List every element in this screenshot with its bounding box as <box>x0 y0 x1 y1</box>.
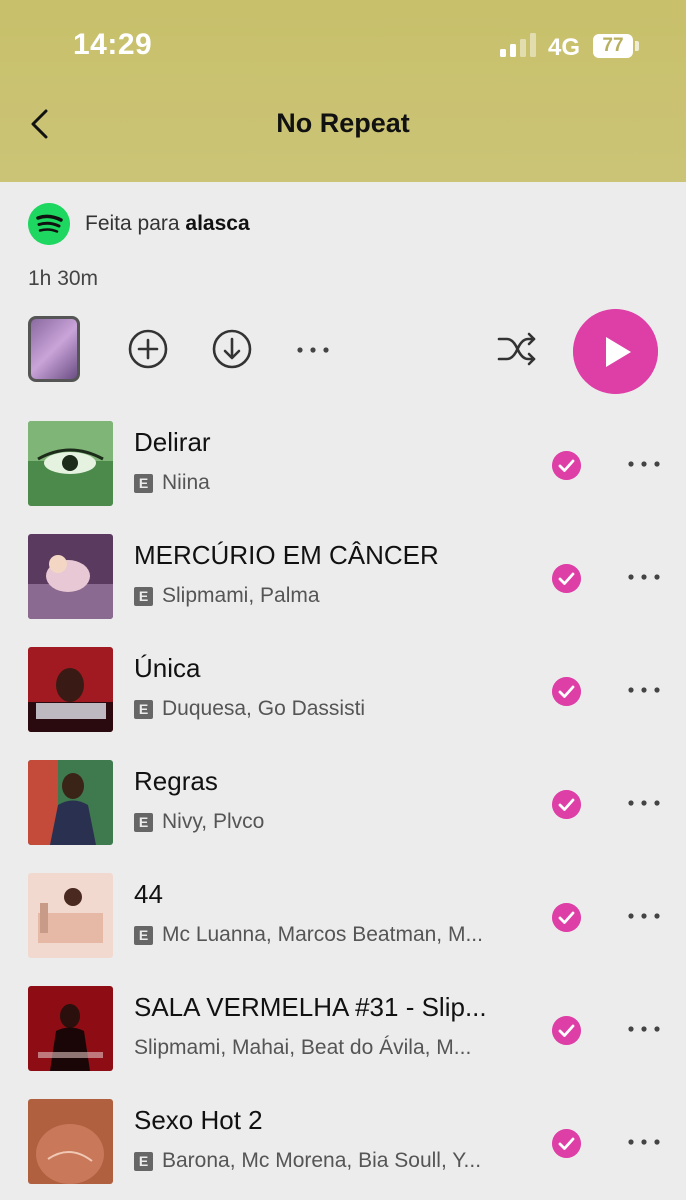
play-button[interactable] <box>573 309 658 394</box>
track-artists: Mc Luanna, Marcos Beatman, M... <box>162 923 483 946</box>
track-more-icon[interactable] <box>628 1135 660 1149</box>
page-title: No Repeat <box>276 108 410 138</box>
battery-tip <box>635 41 639 51</box>
track-artists-row: E Mc Luanna, Marcos Beatman, M... <box>134 923 483 947</box>
status-time: 14:29 <box>73 28 153 61</box>
track-artists-row: E Niina <box>134 471 210 495</box>
explicit-badge: E <box>134 586 153 606</box>
track-row[interactable]: 44 E Mc Luanna, Marcos Beatman, M... <box>0 873 686 963</box>
track-more-icon[interactable] <box>628 909 660 923</box>
track-row[interactable]: Sexo Hot 2 E Barona, Mc Morena, Bia Soull… <box>0 1099 686 1189</box>
track-more-icon[interactable] <box>628 683 660 697</box>
made-for-row: Feita para alasca <box>28 203 250 245</box>
album-art <box>28 534 113 619</box>
spotify-logo-icon <box>28 203 70 245</box>
saved-check-icon[interactable] <box>552 1016 581 1045</box>
track-more-icon[interactable] <box>628 457 660 471</box>
explicit-badge: E <box>134 812 153 832</box>
add-circle-icon[interactable] <box>127 328 169 370</box>
track-title: Regras <box>134 766 218 796</box>
album-art <box>28 421 113 506</box>
battery-level: 77 <box>602 35 624 56</box>
explicit-badge: E <box>134 1151 153 1171</box>
saved-check-icon[interactable] <box>552 790 581 819</box>
saved-check-icon[interactable] <box>552 451 581 480</box>
track-title: Única <box>134 653 201 683</box>
track-row[interactable]: Regras E Nivy, Plvco <box>0 760 686 850</box>
signal-icon <box>500 33 536 57</box>
track-artists: Slipmami, Palma <box>162 584 320 607</box>
track-artists-row: E Slipmami, Palma <box>134 584 320 608</box>
download-icon[interactable] <box>211 328 253 370</box>
album-art <box>28 760 113 845</box>
track-row[interactable]: Delirar E Niina <box>0 421 686 511</box>
battery-icon: 77 <box>593 34 633 58</box>
network-type: 4G <box>548 34 581 61</box>
made-for-label: Feita para alasca <box>85 212 250 236</box>
more-options-icon[interactable] <box>294 328 336 370</box>
track-more-icon[interactable] <box>628 796 660 810</box>
saved-check-icon[interactable] <box>552 564 581 593</box>
album-art <box>28 873 113 958</box>
track-row[interactable]: MERCÚRIO EM CÂNCER E Slipmami, Palma <box>0 534 686 624</box>
track-row[interactable]: SALA VERMELHA #31 - Slip... Slipmami, Ma… <box>0 986 686 1076</box>
track-title: Delirar <box>134 427 211 457</box>
track-artists: Niina <box>162 471 210 494</box>
playlist-cover-thumbnail[interactable] <box>28 316 80 382</box>
album-art <box>28 986 113 1071</box>
track-more-icon[interactable] <box>628 570 660 584</box>
explicit-badge: E <box>134 473 153 493</box>
track-artists-row: E Barona, Mc Morena, Bia Soull, Y... <box>134 1149 481 1173</box>
explicit-badge: E <box>134 925 153 945</box>
shuffle-icon[interactable] <box>496 328 538 370</box>
track-artists-row: Slipmami, Mahai, Beat do Ávila, M... <box>134 1036 471 1060</box>
saved-check-icon[interactable] <box>552 677 581 706</box>
made-for-prefix: Feita para <box>85 212 186 235</box>
playlist-controls <box>0 308 686 398</box>
track-artists: Barona, Mc Morena, Bia Soull, Y... <box>162 1149 482 1172</box>
track-artists: Slipmami, Mahai, Beat do Ávila, M... <box>134 1036 472 1059</box>
track-title: SALA VERMELHA #31 - Slip... <box>134 992 487 1022</box>
track-artists-row: E Nivy, Plvco <box>134 810 264 834</box>
saved-check-icon[interactable] <box>552 903 581 932</box>
saved-check-icon[interactable] <box>552 1129 581 1158</box>
explicit-badge: E <box>134 699 153 719</box>
track-row[interactable]: Única E Duquesa, Go Dassisti <box>0 647 686 737</box>
track-artists: Duquesa, Go Dassisti <box>162 697 366 720</box>
track-title: MERCÚRIO EM CÂNCER <box>134 540 439 570</box>
track-artists-row: E Duquesa, Go Dassisti <box>134 697 365 721</box>
album-art <box>28 1099 113 1184</box>
made-for-user[interactable]: alasca <box>185 212 249 235</box>
track-artists: Nivy, Plvco <box>162 810 265 833</box>
track-title: 44 <box>134 879 163 909</box>
playlist-duration: 1h 30m <box>28 267 99 290</box>
track-title: Sexo Hot 2 <box>134 1105 263 1135</box>
track-more-icon[interactable] <box>628 1022 660 1036</box>
album-art <box>28 647 113 732</box>
header-bar: 14:29 4G 77 No Repeat <box>0 0 686 182</box>
